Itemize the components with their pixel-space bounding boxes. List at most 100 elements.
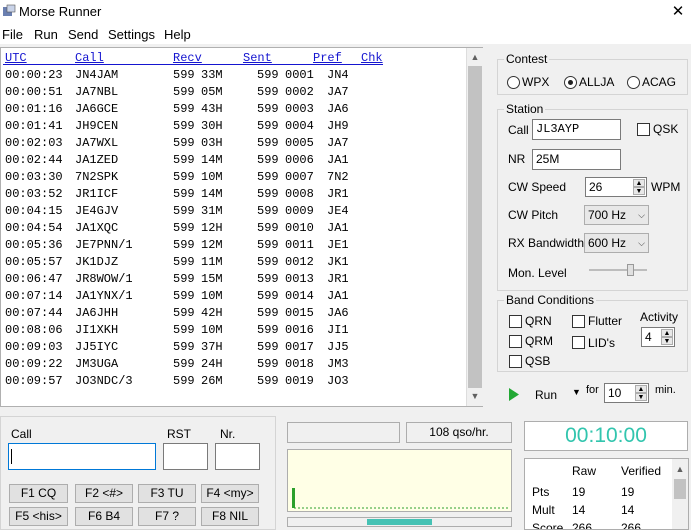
station-call-input[interactable]: JL3AYP — [532, 119, 621, 140]
close-button[interactable]: ✕ — [668, 2, 688, 22]
mon-level-slider[interactable] — [589, 263, 647, 277]
f8-nil-button[interactable]: F8 NIL — [201, 507, 259, 526]
run-dropdown-icon[interactable]: ▼ — [572, 387, 581, 397]
qsk-checkbox[interactable] — [637, 123, 650, 136]
activity-spinner[interactable]: 4 ▲ ▼ — [641, 327, 675, 347]
f1-cq-button[interactable]: F1 CQ — [9, 484, 68, 503]
spin-up-icon[interactable]: ▲ — [633, 179, 645, 187]
log-cell-recv: 26M — [201, 374, 223, 388]
entry-call-label: Call — [11, 427, 32, 441]
entry-nr-input[interactable] — [215, 443, 260, 470]
menu-file[interactable]: File — [2, 27, 23, 42]
log-cell-sent: 0011 — [285, 238, 314, 252]
log-cell-sent: 0006 — [285, 153, 314, 167]
log-cell-recv: 10M — [201, 289, 223, 303]
menu-settings[interactable]: Settings — [108, 27, 155, 42]
log-cell-utc: 00:00:51 — [5, 85, 63, 99]
log-cell-rst_r: 599 — [173, 136, 195, 150]
mon-level-thumb[interactable] — [627, 264, 634, 276]
log-cell-recv: 33M — [201, 68, 223, 82]
qsb-checkbox[interactable] — [509, 355, 522, 368]
lids-checkbox[interactable] — [572, 336, 585, 349]
entry-panel: Call RST Nr. F1 CQ F2 <#> F3 TU F4 <my> … — [0, 416, 276, 530]
cw-speed-spinner[interactable]: 26 ▲ ▼ — [585, 177, 647, 197]
log-cell-recv: 31M — [201, 204, 223, 218]
mon-level-label: Mon. Level — [508, 266, 567, 280]
log-cell-sent: 0009 — [285, 204, 314, 218]
log-cell-rst_r: 599 — [173, 119, 195, 133]
f3-tu-button[interactable]: F3 TU — [138, 484, 196, 503]
scroll-up-icon[interactable]: ▲ — [467, 49, 483, 65]
flutter-checkbox[interactable] — [572, 315, 585, 328]
menu-send[interactable]: Send — [68, 27, 98, 42]
station-nr-input[interactable]: 25M — [532, 149, 621, 170]
scroll-thumb[interactable] — [674, 479, 686, 499]
log-cell-recv: 03H — [201, 136, 223, 150]
radio-wpx[interactable] — [507, 76, 520, 89]
log-cell-sent: 0017 — [285, 340, 314, 354]
cw-pitch-select[interactable]: 700 Hz ⌵ — [584, 205, 649, 225]
spin-up-icon[interactable]: ▲ — [635, 385, 647, 393]
log-cell-call: JR1ICF — [75, 187, 119, 201]
spin-down-icon[interactable]: ▼ — [635, 393, 647, 401]
entry-call-input[interactable] — [8, 443, 156, 470]
for-label: for — [586, 384, 599, 396]
qso-log[interactable]: UTC Call Recv Sent Pref Chk 00:00:23 JN4J… — [0, 47, 483, 407]
log-cell-call: JI1XKH — [75, 323, 119, 337]
log-cell-sent: 0007 — [285, 170, 314, 184]
log-cell-call: JA7WXL — [75, 136, 119, 150]
log-cell-recv: 14M — [201, 153, 223, 167]
band-conditions-group: Band Conditions QRN Flutter QRM LID's QS… — [497, 293, 688, 372]
log-header-chk: Chk — [361, 51, 383, 65]
rx-bandwidth-select[interactable]: 600 Hz ⌵ — [584, 233, 649, 253]
rx-bandwidth-value: 600 Hz — [588, 236, 627, 250]
log-cell-rst_r: 599 — [173, 255, 195, 269]
log-scrollbar[interactable]: ▲ ▼ — [466, 48, 483, 406]
scroll-down-icon[interactable]: ▼ — [467, 388, 483, 404]
radio-allja[interactable] — [564, 76, 577, 89]
log-cell-rst_s: 599 — [257, 272, 279, 286]
radio-acag[interactable] — [627, 76, 640, 89]
log-cell-rst_r: 599 — [173, 204, 195, 218]
spin-up-icon[interactable]: ▲ — [661, 329, 673, 337]
log-header-call: Call — [75, 51, 104, 65]
qrn-checkbox[interactable] — [509, 315, 522, 328]
qrm-checkbox[interactable] — [509, 335, 522, 348]
log-header-utc: UTC — [5, 51, 27, 65]
run-minutes-spinner[interactable]: 10 ▲ ▼ — [604, 383, 649, 403]
log-cell-rst_r: 599 — [173, 289, 195, 303]
spin-down-icon[interactable]: ▼ — [661, 337, 673, 345]
entry-rst-input[interactable] — [163, 443, 208, 470]
spin-down-icon[interactable]: ▼ — [633, 187, 645, 195]
radio-acag-label: ACAG — [642, 75, 677, 89]
log-cell-rst_r: 599 — [173, 323, 195, 337]
score-header-raw: Raw — [572, 464, 597, 478]
f4-my-button[interactable]: F4 <my> — [201, 484, 259, 503]
log-cell-rst_s: 599 — [257, 289, 279, 303]
f5-his-button[interactable]: F5 <his> — [9, 507, 68, 526]
f2-number-button[interactable]: F2 <#> — [75, 484, 133, 503]
score-scrollbar[interactable]: ▲ — [672, 459, 688, 529]
log-cell-call: JA1XQC — [75, 221, 119, 235]
log-cell-utc: 00:01:16 — [5, 102, 63, 116]
log-cell-sent: 0013 — [285, 272, 314, 286]
radio-wpx-label: WPX — [522, 75, 550, 89]
f7-query-button[interactable]: F7 ? — [138, 507, 196, 526]
log-cell-pref: JI1 — [327, 323, 349, 337]
log-cell-rst_r: 599 — [173, 102, 195, 116]
log-cell-sent: 0005 — [285, 136, 314, 150]
log-cell-call: JA6GCE — [75, 102, 119, 116]
menu-run[interactable]: Run — [34, 27, 58, 42]
run-button[interactable]: Run — [506, 385, 576, 405]
log-cell-rst_s: 599 — [257, 238, 279, 252]
f6-b4-button[interactable]: F6 B4 — [75, 507, 133, 526]
log-cell-pref: JN4 — [327, 68, 349, 82]
scroll-thumb[interactable] — [468, 66, 482, 388]
log-cell-recv: 11M — [201, 255, 223, 269]
log-cell-recv: 43H — [201, 102, 223, 116]
log-cell-pref: JE4 — [327, 204, 349, 218]
scroll-up-icon[interactable]: ▲ — [672, 461, 688, 477]
log-cell-utc: 00:01:41 — [5, 119, 63, 133]
station-group: Station Call JL3AYP QSK NR 25M CW Speed … — [497, 102, 688, 291]
menu-help[interactable]: Help — [164, 27, 191, 42]
